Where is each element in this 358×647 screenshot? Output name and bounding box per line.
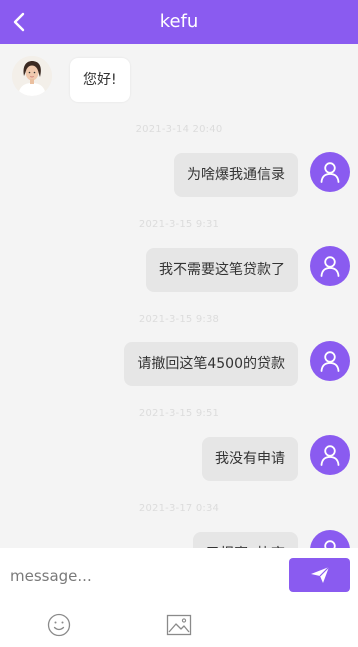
user-avatar (310, 341, 350, 381)
page-title: kefu (159, 11, 199, 32)
message-bubble-agent: 您好! (70, 58, 130, 102)
image-icon (166, 614, 192, 636)
user-avatar (310, 152, 350, 192)
image-button[interactable] (166, 612, 192, 638)
message-bubble-user: 已报案, 协商 (193, 532, 298, 548)
message-input[interactable] (0, 558, 280, 594)
message-bubble-user: 我不需要这笔贷款了 (146, 248, 298, 292)
emoji-icon (47, 613, 71, 637)
agent-photo (12, 56, 52, 96)
composer-toolbar (0, 604, 358, 647)
app-header: kefu (0, 0, 358, 44)
emoji-button[interactable] (46, 612, 72, 638)
composer-bar (0, 548, 358, 604)
user-icon (320, 351, 340, 372)
message-timestamp: 2021-3-17 0:34 (138, 503, 220, 514)
agent-avatar (12, 56, 52, 96)
user-icon (320, 256, 340, 277)
message-timestamp: 2021-3-15 9:31 (138, 219, 220, 230)
send-icon (310, 566, 329, 583)
send-button[interactable] (289, 558, 350, 592)
message-bubble-user: 请撤回这笔4500的贷款 (124, 342, 298, 386)
chat-history[interactable]: 您好! 2021-3-14 20:40 为啥爆我通信录 2021-3-15 9:… (0, 44, 358, 548)
user-icon (320, 162, 340, 183)
user-avatar (310, 530, 350, 548)
user-avatar (310, 246, 350, 286)
message-timestamp: 2021-3-15 9:38 (138, 314, 220, 325)
message-bubble-user: 我没有申请 (202, 437, 298, 481)
message-timestamp: 2021-3-14 20:40 (135, 124, 223, 135)
user-icon (324, 540, 336, 548)
message-timestamp: 2021-3-15 9:51 (138, 408, 220, 419)
message-bubble-user: 为啥爆我通信录 (174, 153, 298, 197)
user-avatar (310, 435, 350, 475)
user-icon (320, 445, 340, 466)
